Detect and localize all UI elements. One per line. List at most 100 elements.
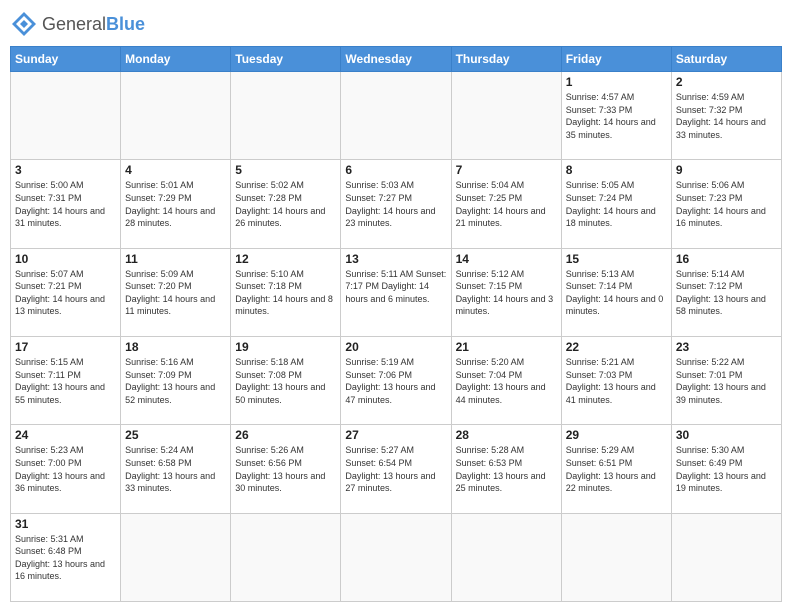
day-number: 5 [235, 163, 336, 177]
calendar-day-cell: 13 Sunrise: 5:11 AM Sunset: 7:17 PM Dayli… [341, 248, 451, 336]
day-number: 2 [676, 75, 777, 89]
day-number: 29 [566, 428, 667, 442]
calendar-day-cell: 22 Sunrise: 5:21 AM Sunset: 7:03 PM Dayli… [561, 336, 671, 424]
calendar-day-cell: 25 Sunrise: 5:24 AM Sunset: 6:58 PM Dayli… [121, 425, 231, 513]
day-info: Sunrise: 5:06 AM Sunset: 7:23 PM Dayligh… [676, 179, 777, 229]
day-number: 16 [676, 252, 777, 266]
day-info: Sunrise: 5:26 AM Sunset: 6:56 PM Dayligh… [235, 444, 336, 494]
calendar-day-cell: 11Sunrise: 5:09 AM Sunset: 7:20 PM Dayli… [121, 248, 231, 336]
calendar-week-row: 3Sunrise: 5:00 AM Sunset: 7:31 PM Daylig… [11, 160, 782, 248]
day-number: 24 [15, 428, 116, 442]
day-info: Sunrise: 5:09 AM Sunset: 7:20 PM Dayligh… [125, 268, 226, 318]
calendar-day-cell: 14Sunrise: 5:12 AM Sunset: 7:15 PM Dayli… [451, 248, 561, 336]
calendar-week-row: 1 Sunrise: 4:57 AM Sunset: 7:33 PM Daylig… [11, 72, 782, 160]
day-of-week-header: Wednesday [341, 47, 451, 72]
day-info: Sunrise: 4:59 AM Sunset: 7:32 PM Dayligh… [676, 91, 777, 141]
calendar-day-cell: 12 Sunrise: 5:10 AM Sunset: 7:18 PM Dayli… [231, 248, 341, 336]
calendar-day-cell: 1 Sunrise: 4:57 AM Sunset: 7:33 PM Daylig… [561, 72, 671, 160]
calendar-day-cell [11, 72, 121, 160]
calendar-header-row: SundayMondayTuesdayWednesdayThursdayFrid… [11, 47, 782, 72]
day-number: 17 [15, 340, 116, 354]
calendar-week-row: 24 Sunrise: 5:23 AM Sunset: 7:00 PM Dayli… [11, 425, 782, 513]
day-info: Sunrise: 5:04 AM Sunset: 7:25 PM Dayligh… [456, 179, 557, 229]
day-number: 23 [676, 340, 777, 354]
calendar-day-cell: 16Sunrise: 5:14 AM Sunset: 7:12 PM Dayli… [671, 248, 781, 336]
calendar-day-cell: 6 Sunrise: 5:03 AM Sunset: 7:27 PM Daylig… [341, 160, 451, 248]
day-number: 10 [15, 252, 116, 266]
calendar-day-cell [561, 513, 671, 601]
day-of-week-header: Monday [121, 47, 231, 72]
day-info: Sunrise: 5:05 AM Sunset: 7:24 PM Dayligh… [566, 179, 667, 229]
day-info: Sunrise: 5:30 AM Sunset: 6:49 PM Dayligh… [676, 444, 777, 494]
day-info: Sunrise: 5:31 AM Sunset: 6:48 PM Dayligh… [15, 533, 116, 583]
calendar-day-cell [231, 72, 341, 160]
day-number: 1 [566, 75, 667, 89]
calendar-day-cell: 21Sunrise: 5:20 AM Sunset: 7:04 PM Dayli… [451, 336, 561, 424]
day-number: 15 [566, 252, 667, 266]
calendar-day-cell: 23 Sunrise: 5:22 AM Sunset: 7:01 PM Dayli… [671, 336, 781, 424]
calendar-week-row: 31Sunrise: 5:31 AM Sunset: 6:48 PM Dayli… [11, 513, 782, 601]
header: GeneralBlue [10, 10, 782, 38]
calendar-day-cell: 28 Sunrise: 5:28 AM Sunset: 6:53 PM Dayli… [451, 425, 561, 513]
calendar-day-cell: 20 Sunrise: 5:19 AM Sunset: 7:06 PM Dayli… [341, 336, 451, 424]
day-number: 6 [345, 163, 446, 177]
day-info: Sunrise: 5:23 AM Sunset: 7:00 PM Dayligh… [15, 444, 116, 494]
calendar-day-cell [121, 513, 231, 601]
day-info: Sunrise: 5:00 AM Sunset: 7:31 PM Dayligh… [15, 179, 116, 229]
calendar-day-cell: 5 Sunrise: 5:02 AM Sunset: 7:28 PM Daylig… [231, 160, 341, 248]
day-number: 20 [345, 340, 446, 354]
calendar-day-cell: 4Sunrise: 5:01 AM Sunset: 7:29 PM Daylig… [121, 160, 231, 248]
calendar-day-cell: 8Sunrise: 5:05 AM Sunset: 7:24 PM Daylig… [561, 160, 671, 248]
day-info: Sunrise: 5:01 AM Sunset: 7:29 PM Dayligh… [125, 179, 226, 229]
logo-text: GeneralBlue [42, 14, 145, 35]
day-info: Sunrise: 5:13 AM Sunset: 7:14 PM Dayligh… [566, 268, 667, 318]
calendar-table: SundayMondayTuesdayWednesdayThursdayFrid… [10, 46, 782, 602]
day-number: 30 [676, 428, 777, 442]
day-info: Sunrise: 5:29 AM Sunset: 6:51 PM Dayligh… [566, 444, 667, 494]
day-info: Sunrise: 5:15 AM Sunset: 7:11 PM Dayligh… [15, 356, 116, 406]
calendar-day-cell [671, 513, 781, 601]
calendar-day-cell: 17 Sunrise: 5:15 AM Sunset: 7:11 PM Dayli… [11, 336, 121, 424]
day-info: Sunrise: 5:03 AM Sunset: 7:27 PM Dayligh… [345, 179, 446, 229]
day-info: Sunrise: 4:57 AM Sunset: 7:33 PM Dayligh… [566, 91, 667, 141]
calendar-day-cell: 26Sunrise: 5:26 AM Sunset: 6:56 PM Dayli… [231, 425, 341, 513]
day-info: Sunrise: 5:24 AM Sunset: 6:58 PM Dayligh… [125, 444, 226, 494]
day-of-week-header: Friday [561, 47, 671, 72]
calendar-day-cell [451, 72, 561, 160]
day-info: Sunrise: 5:02 AM Sunset: 7:28 PM Dayligh… [235, 179, 336, 229]
calendar-day-cell [231, 513, 341, 601]
day-number: 18 [125, 340, 226, 354]
calendar-day-cell [341, 72, 451, 160]
calendar-day-cell [451, 513, 561, 601]
day-info: Sunrise: 5:22 AM Sunset: 7:01 PM Dayligh… [676, 356, 777, 406]
day-of-week-header: Saturday [671, 47, 781, 72]
logo-icon [10, 10, 38, 38]
day-number: 12 [235, 252, 336, 266]
page: GeneralBlue SundayMondayTuesdayWednesday… [0, 0, 792, 612]
day-number: 7 [456, 163, 557, 177]
calendar-day-cell: 9Sunrise: 5:06 AM Sunset: 7:23 PM Daylig… [671, 160, 781, 248]
calendar-day-cell: 7 Sunrise: 5:04 AM Sunset: 7:25 PM Daylig… [451, 160, 561, 248]
day-number: 13 [345, 252, 446, 266]
day-of-week-header: Sunday [11, 47, 121, 72]
day-info: Sunrise: 5:12 AM Sunset: 7:15 PM Dayligh… [456, 268, 557, 318]
day-number: 19 [235, 340, 336, 354]
day-of-week-header: Tuesday [231, 47, 341, 72]
day-info: Sunrise: 5:27 AM Sunset: 6:54 PM Dayligh… [345, 444, 446, 494]
day-info: Sunrise: 5:10 AM Sunset: 7:18 PM Dayligh… [235, 268, 336, 318]
calendar-day-cell: 24 Sunrise: 5:23 AM Sunset: 7:00 PM Dayli… [11, 425, 121, 513]
calendar-day-cell: 27 Sunrise: 5:27 AM Sunset: 6:54 PM Dayli… [341, 425, 451, 513]
calendar-day-cell [341, 513, 451, 601]
day-info: Sunrise: 5:19 AM Sunset: 7:06 PM Dayligh… [345, 356, 446, 406]
day-number: 25 [125, 428, 226, 442]
day-of-week-header: Thursday [451, 47, 561, 72]
day-info: Sunrise: 5:11 AM Sunset: 7:17 PM Dayligh… [345, 268, 446, 306]
calendar-day-cell: 30 Sunrise: 5:30 AM Sunset: 6:49 PM Dayli… [671, 425, 781, 513]
calendar-day-cell: 3Sunrise: 5:00 AM Sunset: 7:31 PM Daylig… [11, 160, 121, 248]
day-info: Sunrise: 5:21 AM Sunset: 7:03 PM Dayligh… [566, 356, 667, 406]
calendar-day-cell: 15 Sunrise: 5:13 AM Sunset: 7:14 PM Dayli… [561, 248, 671, 336]
day-number: 28 [456, 428, 557, 442]
day-number: 22 [566, 340, 667, 354]
day-info: Sunrise: 5:28 AM Sunset: 6:53 PM Dayligh… [456, 444, 557, 494]
day-number: 27 [345, 428, 446, 442]
